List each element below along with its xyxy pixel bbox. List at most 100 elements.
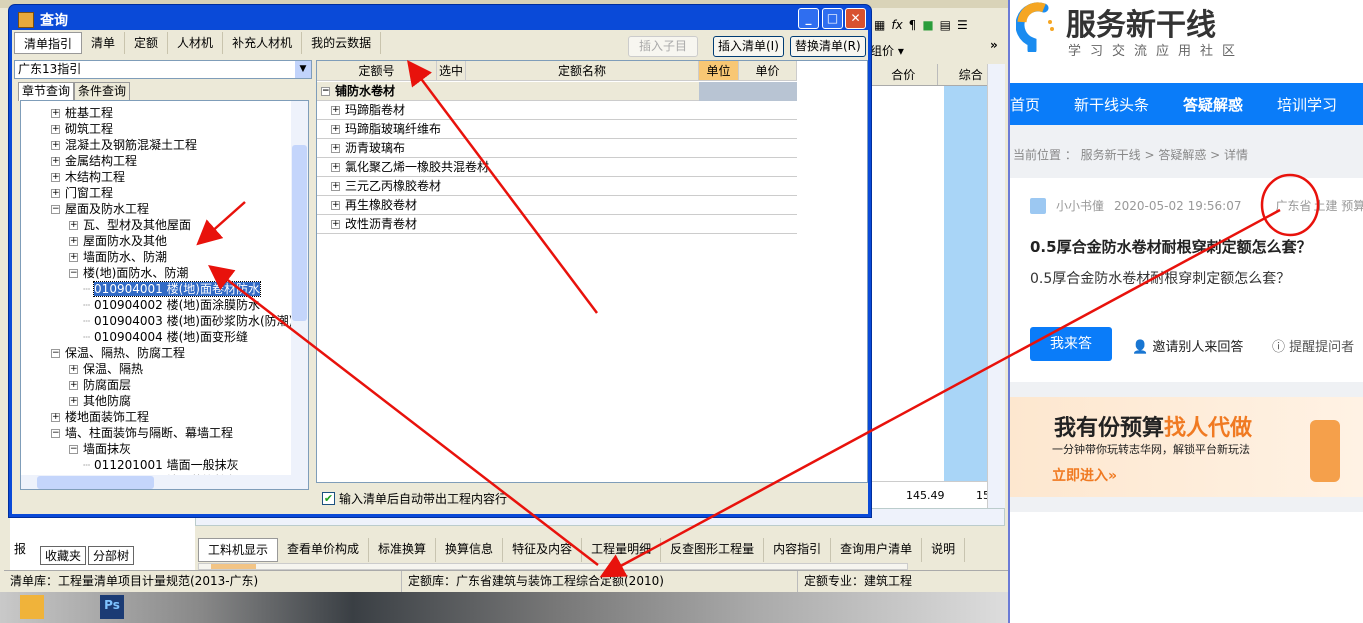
tree-node[interactable]: + 保温、隔热 — [69, 361, 143, 377]
expand-icon[interactable]: + — [331, 144, 340, 153]
tree-node[interactable]: + 金属结构工程 — [51, 153, 137, 169]
calculator-icon[interactable]: ▦ — [874, 18, 885, 32]
grid-row[interactable]: + 氯化聚乙烯一橡胶共混卷材 — [317, 158, 797, 177]
auto-content-checkbox[interactable]: ✔ 输入清单后自动带出工程内容行 — [322, 490, 507, 507]
maximize-button[interactable]: □ — [822, 8, 843, 29]
ad-enter-link[interactable]: 立即进入» — [1052, 465, 1117, 485]
answer-button[interactable]: 我来答 — [1030, 327, 1112, 361]
collapse-icon[interactable]: − — [51, 205, 60, 214]
group-price-dropdown[interactable]: 组价 ▾ — [870, 42, 904, 59]
nav-headlines[interactable]: 新干线头条 — [1074, 94, 1149, 115]
expand-icon[interactable]: + — [69, 397, 78, 406]
avatar[interactable] — [1030, 197, 1046, 214]
expand-icon[interactable]: + — [51, 173, 60, 182]
tree-node[interactable]: ┄ 010904004 楼(地)面变形缝 — [83, 329, 248, 345]
expand-icon[interactable]: + — [69, 253, 78, 262]
tree-scroll-thumb[interactable] — [292, 145, 307, 321]
grid-row[interactable]: + 玛蹄脂玻璃纤维布 — [317, 120, 797, 139]
col-quota-no[interactable]: 定额号 — [317, 61, 437, 80]
tab-reverse-lookup[interactable]: 反查图形工程量 — [661, 538, 765, 562]
tree-node[interactable]: + 防腐面层 — [69, 377, 131, 393]
grid-group-row[interactable]: − 铺防水卷材 — [317, 82, 797, 101]
tree-node[interactable]: + 屋面防水及其他 — [69, 233, 167, 249]
remind-button[interactable]: ⓘ 提醒提问者 — [1272, 336, 1354, 355]
expand-icon[interactable]: + — [331, 201, 340, 210]
tree-node[interactable]: ┄ 010904001 楼(地)面卷材防水 — [83, 281, 261, 297]
tree-node[interactable]: − 楼(地)面防水、防潮 — [69, 265, 188, 281]
main-grid-vscrollbar[interactable] — [987, 64, 1005, 514]
expand-icon[interactable]: + — [69, 221, 78, 230]
tree-node[interactable]: ┄ 010904002 楼(地)面涂膜防水 — [83, 297, 260, 313]
site-logo-text[interactable]: 服务新干线 — [1066, 0, 1216, 44]
tree-node[interactable]: + 混凝土及钢筋混凝土工程 — [51, 137, 197, 153]
tab-cloud-data[interactable]: 我的云数据 — [302, 32, 382, 54]
nav-home[interactable]: 首页 — [1010, 94, 1040, 115]
insert-child-button[interactable]: 插入子目 — [628, 36, 698, 57]
tab-unit-price[interactable]: 查看单价构成 — [278, 538, 370, 562]
col-quota-name[interactable]: 定额名称 — [466, 61, 699, 80]
tab-supplement[interactable]: 补充人材机 — [223, 32, 303, 54]
tree-node[interactable]: + 砌筑工程 — [51, 121, 113, 137]
printer-icon[interactable]: ▤ — [940, 18, 951, 32]
paragraph-icon[interactable]: ¶ — [909, 18, 917, 32]
tab-bill[interactable]: 清单 — [82, 32, 126, 54]
tab-user-bills[interactable]: 查询用户清单 — [831, 538, 923, 562]
invite-button[interactable]: 👤 邀请别人来回答 — [1132, 336, 1243, 355]
chevron-down-icon[interactable]: ▼ — [295, 61, 311, 78]
tab-features[interactable]: 特征及内容 — [503, 538, 583, 562]
tab-section-tree[interactable]: 分部树 — [88, 546, 135, 565]
grid-row[interactable]: + 再生橡胶卷材 — [317, 196, 797, 215]
tab-notes[interactable]: 说明 — [922, 538, 966, 562]
tab-condition-query[interactable]: 条件查询 — [74, 82, 131, 101]
collapse-icon[interactable]: − — [51, 349, 60, 358]
grid-row[interactable]: + 改性沥青卷材 — [317, 215, 797, 234]
tab-quantity-detail[interactable]: 工程量明细 — [582, 538, 662, 562]
collapse-icon[interactable]: − — [69, 269, 78, 278]
nav-qa[interactable]: 答疑解惑 — [1183, 94, 1243, 115]
expand-icon[interactable]: + — [51, 189, 60, 198]
toolbar-more-button[interactable]: » — [990, 38, 998, 52]
tree-node[interactable]: + 门窗工程 — [51, 185, 113, 201]
tree-node[interactable]: + 瓦、型材及其他屋面 — [69, 217, 191, 233]
collapse-icon[interactable]: − — [69, 445, 78, 454]
expand-icon[interactable]: + — [51, 125, 60, 134]
collapse-icon[interactable]: − — [321, 87, 330, 96]
tab-favorites[interactable]: 收藏夹 — [40, 546, 87, 565]
tree-node[interactable]: + 楼地面装饰工程 — [51, 409, 149, 425]
expand-icon[interactable]: + — [69, 381, 78, 390]
expand-icon[interactable]: + — [331, 125, 340, 134]
tab-chapter-query[interactable]: 章节查询 — [18, 82, 75, 101]
expand-icon[interactable]: + — [69, 365, 78, 374]
tab-quota[interactable]: 定额 — [125, 32, 169, 54]
collapse-icon[interactable]: − — [51, 429, 60, 438]
grid-row[interactable]: + 三元乙丙橡胶卷材 — [317, 177, 797, 196]
tree-hscroll-thumb[interactable] — [37, 476, 154, 489]
replace-bill-button[interactable]: 替换清单(R) — [790, 36, 866, 57]
notes-app-icon[interactable] — [20, 595, 44, 619]
col-selected[interactable]: 选中 — [437, 61, 466, 80]
tab-standard-conversion[interactable]: 标准换算 — [369, 538, 437, 562]
tree-node[interactable]: + 木结构工程 — [51, 169, 125, 185]
guide-library-select[interactable]: 广东13指引 ▼ — [14, 60, 312, 79]
tree-node[interactable]: − 墙、柱面装饰与隔断、幕墙工程 — [51, 425, 233, 441]
col-unit[interactable]: 单位 — [699, 61, 739, 80]
tree-node[interactable]: − 屋面及防水工程 — [51, 201, 149, 217]
tab-bill-guide[interactable]: 清单指引 — [14, 32, 83, 54]
tree-node[interactable]: + 墙面防水、防潮 — [69, 249, 167, 265]
tab-content-guide[interactable]: 内容指引 — [764, 538, 832, 562]
cube-icon[interactable]: ■ — [922, 18, 933, 32]
expand-icon[interactable]: + — [331, 163, 340, 172]
grid-row[interactable]: + 玛蹄脂卷材 — [317, 101, 797, 120]
tree-node[interactable]: − 墙面抹灰 — [69, 441, 131, 457]
expand-icon[interactable]: + — [51, 413, 60, 422]
grid-row[interactable]: + 沥青玻璃布 — [317, 139, 797, 158]
expand-icon[interactable]: + — [331, 220, 340, 229]
minimize-button[interactable]: _ — [798, 8, 819, 29]
dialog-titlebar[interactable]: 查询 — [18, 10, 68, 30]
expand-icon[interactable]: + — [331, 182, 340, 191]
insert-bill-button[interactable]: 插入清单(I) — [713, 36, 784, 57]
expand-icon[interactable]: + — [51, 109, 60, 118]
question-user[interactable]: 小小书僮 — [1056, 197, 1104, 214]
report-side-tab[interactable]: 报 — [14, 540, 26, 557]
tree-node[interactable]: ┄ 011201001 墙面一般抹灰 — [83, 457, 239, 473]
